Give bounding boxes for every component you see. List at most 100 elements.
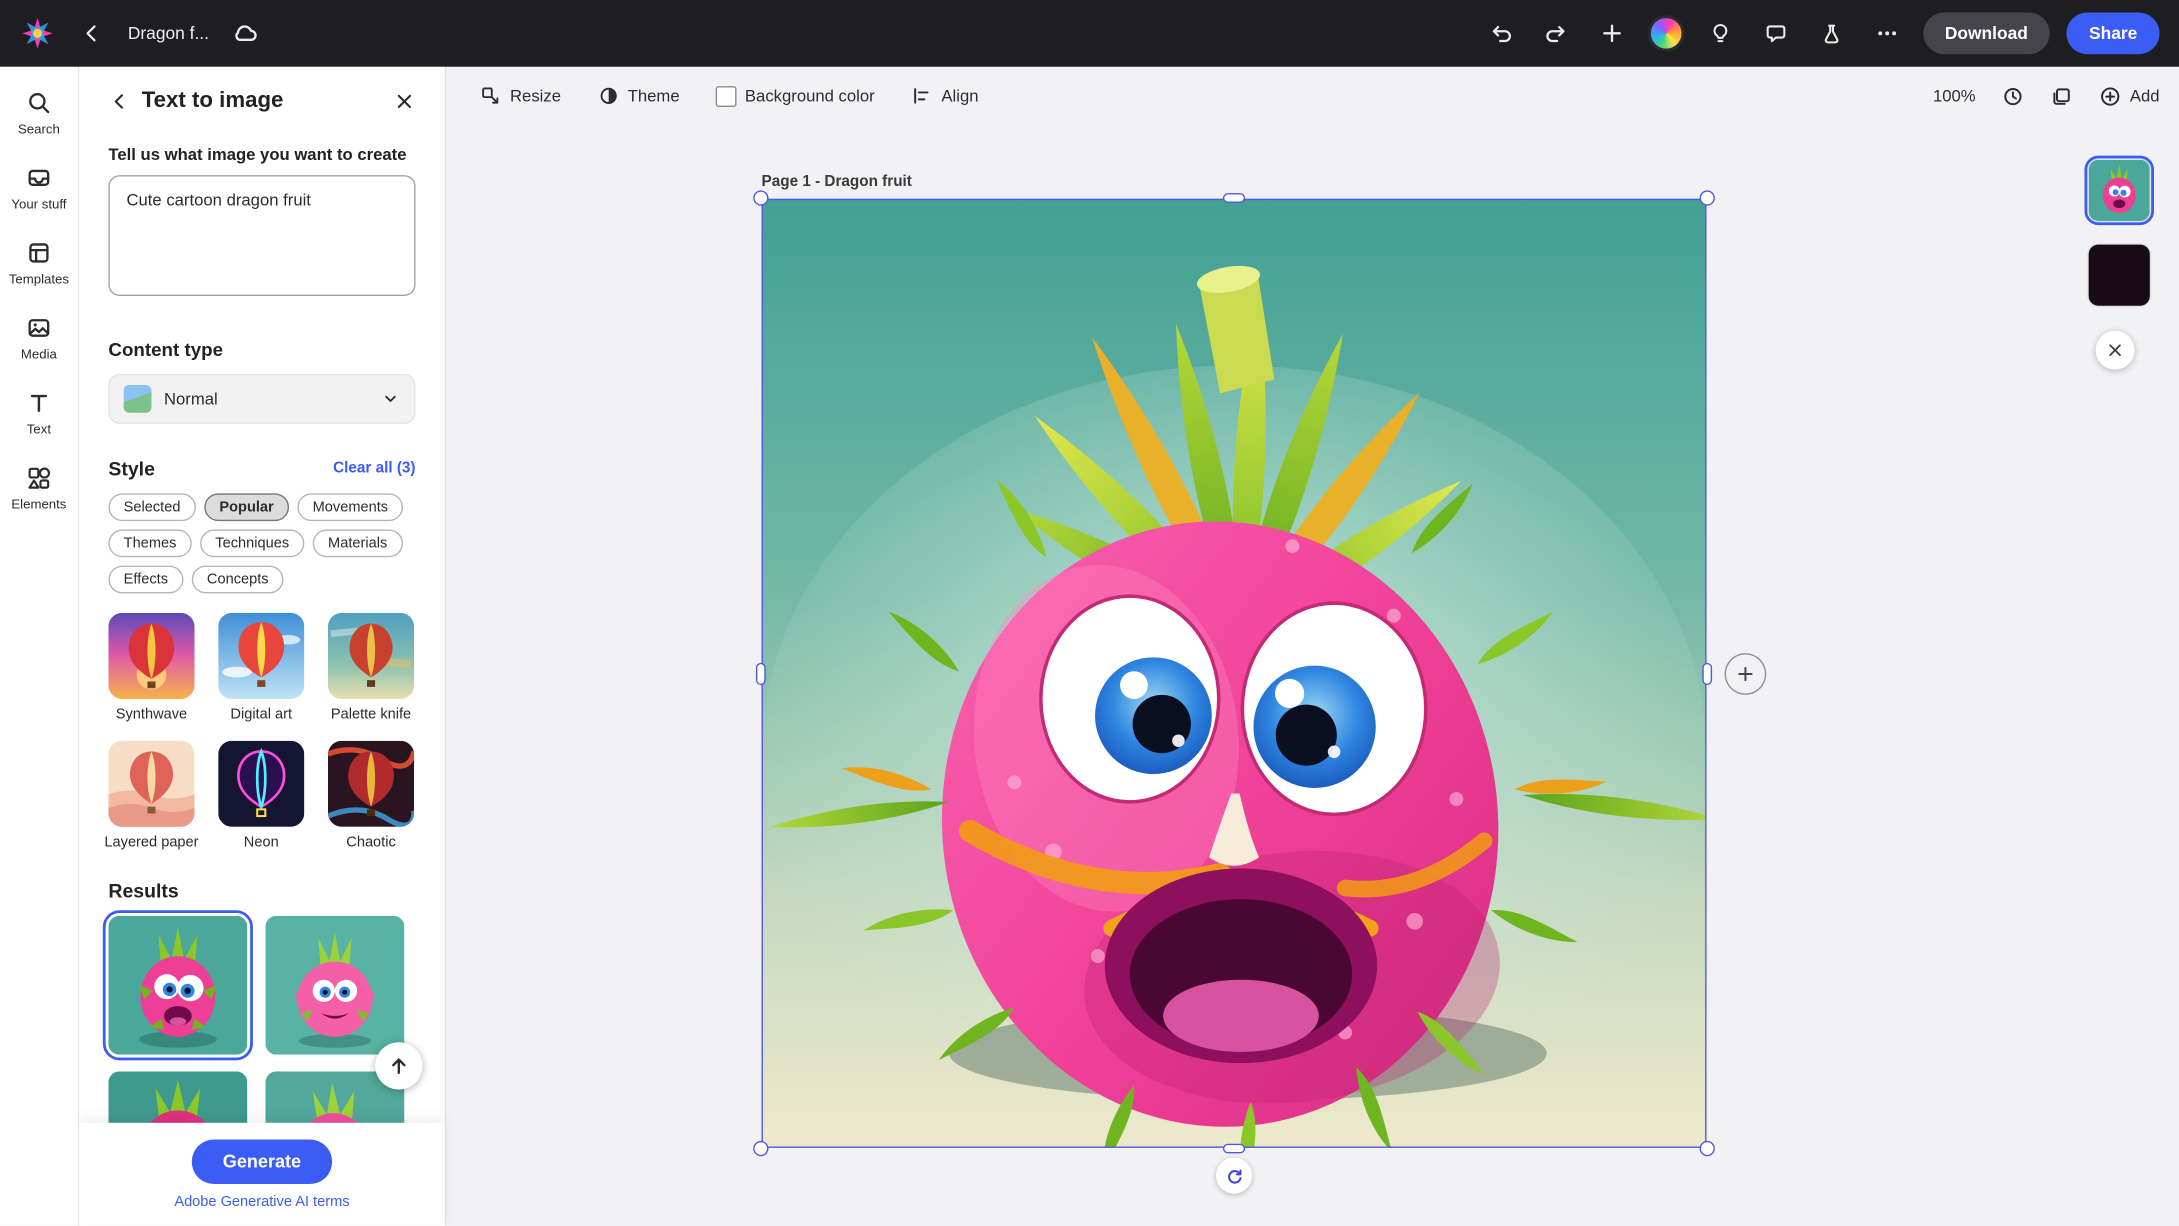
rotate-handle-button[interactable] (1216, 1158, 1252, 1194)
search-icon (25, 89, 53, 117)
style-thumb-neon[interactable]: Neon (218, 741, 304, 869)
media-image-icon (25, 314, 53, 342)
sidebar-item-label: Elements (11, 498, 66, 513)
new-document-plus-button[interactable] (1592, 14, 1631, 53)
sidebar-item-media[interactable]: Media (21, 314, 57, 363)
drawer-icon (25, 164, 53, 192)
sidebar-item-templates[interactable]: Templates (9, 239, 69, 288)
style-thumb-palette-knife[interactable]: Palette knife (328, 613, 414, 741)
arrow-up-icon (386, 1053, 411, 1078)
rotate-icon (1224, 1165, 1245, 1186)
selection-handle-top-left[interactable] (753, 190, 768, 205)
sidebar-item-label: Templates (9, 272, 69, 287)
more-options-icon[interactable] (1867, 14, 1906, 53)
page-thumb-1[interactable] (2085, 156, 2154, 225)
add-page-tool[interactable]: Add (2098, 84, 2160, 108)
zoom-level[interactable]: 100% (1933, 86, 1976, 105)
chevron-down-icon (381, 389, 400, 408)
top-bar: Dragon f... Download Share (0, 0, 2179, 67)
chip-techniques[interactable]: Techniques (200, 529, 304, 557)
prompt-input[interactable]: Cute cartoon dragon fruit (108, 175, 415, 296)
result-thumb-1[interactable] (108, 916, 247, 1055)
sidebar-item-elements[interactable]: Elements (11, 464, 66, 513)
pages-layers-icon[interactable] (2049, 84, 2073, 108)
sidebar-item-text[interactable]: Text (25, 389, 53, 438)
result-thumb-2[interactable] (265, 916, 404, 1055)
canvas-area[interactable]: Resize Theme Background color Align 100% (446, 67, 2179, 1226)
resize-icon (479, 85, 501, 107)
add-content-button[interactable] (1725, 653, 1767, 695)
chip-popular[interactable]: Popular (204, 493, 289, 521)
redo-button[interactable] (1536, 14, 1575, 53)
result-thumb-3[interactable] (108, 1071, 247, 1122)
chip-concepts[interactable]: Concepts (192, 566, 284, 594)
panel-close-icon[interactable] (393, 90, 415, 112)
panel-header: Text to image (108, 89, 415, 114)
share-button[interactable]: Share (2067, 13, 2160, 55)
selection-handle-bottom[interactable] (1223, 1144, 1245, 1154)
sidebar-item-label: Text (27, 422, 51, 437)
adobe-express-logo-icon[interactable] (19, 15, 55, 51)
content-type-dropdown[interactable]: Normal (108, 374, 415, 424)
user-avatar[interactable] (1647, 15, 1683, 51)
panel-back-icon[interactable] (108, 90, 130, 112)
document-title[interactable]: Dragon f... (128, 24, 209, 43)
undo-button[interactable] (1481, 14, 1520, 53)
artboard[interactable] (762, 199, 1707, 1148)
selection-handle-bottom-left[interactable] (753, 1141, 768, 1156)
generate-button[interactable]: Generate (192, 1139, 331, 1183)
clear-all-link[interactable]: Clear all (3) (333, 460, 415, 477)
align-icon (911, 85, 933, 107)
comments-icon[interactable] (1756, 14, 1795, 53)
style-thumb-chaotic[interactable]: Chaotic (328, 741, 414, 869)
sidebar-item-label: Your stuff (11, 197, 66, 212)
elements-shapes-icon (25, 464, 53, 492)
style-header-row: Style Clear all (3) (108, 457, 415, 479)
chip-selected[interactable]: Selected (108, 493, 195, 521)
page-thumbnails (2085, 156, 2154, 310)
page-label[interactable]: Page 1 - Dragon fruit (762, 174, 912, 191)
selection-handle-top-right[interactable] (1700, 190, 1715, 205)
resize-tool[interactable]: Resize (479, 85, 561, 107)
style-thumb-layered-paper[interactable]: Layered paper (108, 741, 194, 869)
background-color-swatch (716, 85, 737, 106)
generated-image[interactable] (762, 199, 1707, 1148)
style-thumbnails-grid: Synthwave Digital art (108, 613, 415, 869)
generative-ai-terms-link[interactable]: Adobe Generative AI terms (174, 1193, 349, 1210)
selection-handle-left[interactable] (756, 662, 766, 684)
selection-handle-top[interactable] (1223, 193, 1245, 203)
plus-icon (1734, 663, 1756, 685)
background-color-tool[interactable]: Background color (716, 85, 875, 106)
chip-movements[interactable]: Movements (297, 493, 403, 521)
chip-themes[interactable]: Themes (108, 529, 191, 557)
selection-handle-bottom-right[interactable] (1700, 1141, 1715, 1156)
content-type-thumbnail (124, 385, 152, 413)
history-clock-icon[interactable] (2001, 84, 2025, 108)
cloud-sync-icon[interactable] (226, 14, 265, 53)
download-button[interactable]: Download (1923, 13, 2050, 55)
sidebar-item-your-stuff[interactable]: Your stuff (11, 164, 66, 213)
style-thumb-synthwave[interactable]: Synthwave (108, 613, 194, 741)
chip-materials[interactable]: Materials (313, 529, 403, 557)
sidebar-item-search[interactable]: Search (18, 89, 60, 138)
style-thumb-digital-art[interactable]: Digital art (218, 613, 304, 741)
beta-flask-icon[interactable] (1811, 14, 1850, 53)
sidebar-item-label: Media (21, 347, 57, 362)
selection-handle-right[interactable] (1702, 662, 1712, 684)
panel-scroll-area[interactable]: Text to image Tell us what image you wan… (79, 67, 444, 1123)
canvas-toolbar: Resize Theme Background color Align 100% (479, 76, 2159, 115)
adobe-express-app: Dragon f... Download Share (0, 0, 2179, 1226)
scroll-to-top-button[interactable] (375, 1042, 422, 1089)
templates-icon (25, 239, 53, 267)
add-circle-icon (2098, 84, 2122, 108)
screenshot-viewport: Dragon f... Download Share (0, 0, 2179, 1226)
back-button[interactable] (72, 14, 111, 53)
ideas-lightbulb-icon[interactable] (1700, 14, 1739, 53)
text-to-image-panel: Text to image Tell us what image you wan… (79, 67, 446, 1226)
chip-effects[interactable]: Effects (108, 566, 183, 594)
deselect-close-button[interactable] (2096, 331, 2135, 370)
theme-tool[interactable]: Theme (597, 85, 679, 107)
panel-title: Text to image (142, 89, 382, 114)
align-tool[interactable]: Align (911, 85, 979, 107)
page-thumb-2[interactable] (2085, 240, 2154, 309)
